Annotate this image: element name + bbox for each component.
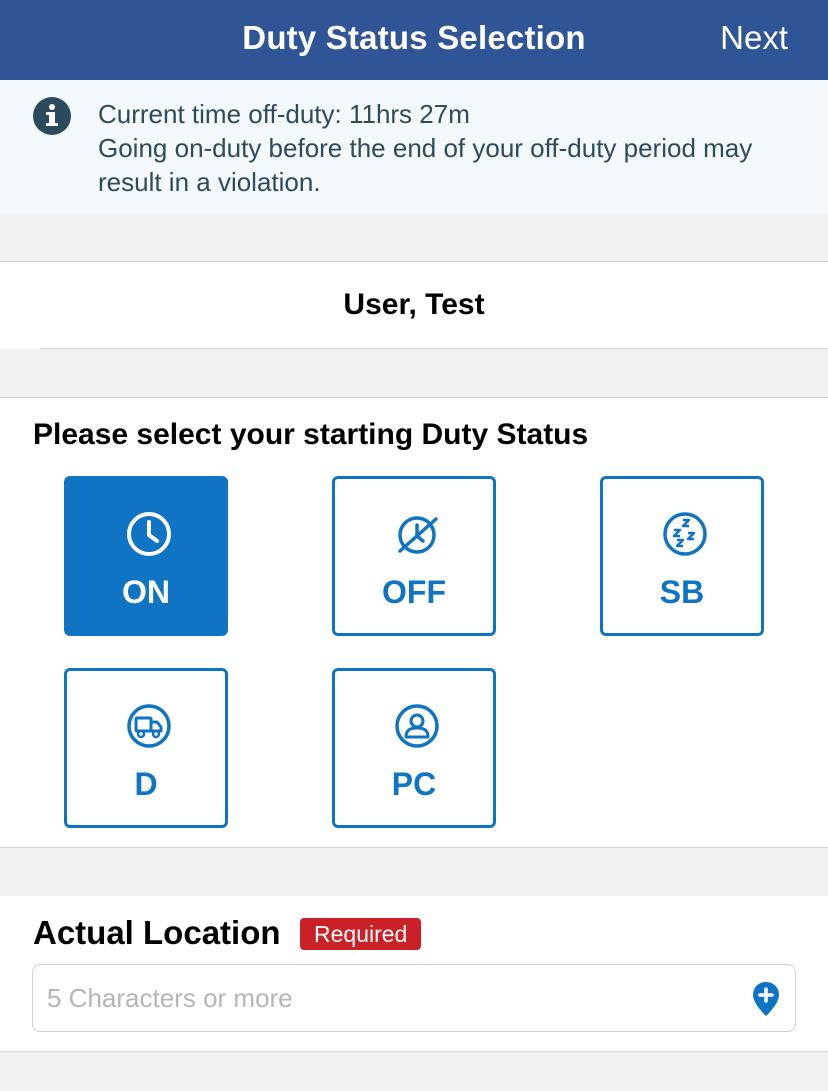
clock-off-icon	[398, 516, 438, 554]
banner-message: Current time off-duty: 11hrs 27m Going o…	[98, 97, 798, 199]
required-badge: Required	[300, 918, 422, 950]
truck-icon	[127, 704, 171, 748]
duty-status-label: SB	[659, 574, 705, 610]
person-icon	[395, 704, 439, 748]
add-location-pin-icon[interactable]	[751, 981, 781, 1017]
user-section: User, Test	[0, 261, 828, 349]
actual-location-section: Actual Location Required	[0, 896, 828, 1052]
duty-status-pc-button[interactable]: PC	[332, 668, 496, 828]
sleep-icon	[663, 512, 707, 556]
navigation-bar: Duty Status Selection Next	[0, 0, 828, 80]
banner-line-warning: Going on-duty before the end of your off…	[98, 133, 753, 197]
location-input[interactable]	[47, 965, 737, 1031]
location-field	[32, 964, 796, 1032]
duty-status-on-button[interactable]: ON	[64, 476, 228, 636]
user-name: User, Test	[343, 288, 485, 321]
clock-icon	[127, 512, 171, 556]
duty-status-off-button[interactable]: OFF	[332, 476, 496, 636]
duty-status-section: Please select your starting Duty Status …	[0, 397, 828, 848]
duty-status-label: OFF	[382, 574, 446, 610]
duty-status-label: ON	[122, 574, 170, 610]
duty-status-d-button[interactable]: D	[64, 668, 228, 828]
duty-status-label: D	[134, 766, 158, 802]
banner-line-off-duty-time: Current time off-duty: 11hrs 27m	[98, 99, 470, 129]
next-button[interactable]: Next	[720, 0, 788, 76]
actual-location-heading: Actual Location	[33, 914, 281, 951]
duty-status-label: PC	[391, 766, 437, 802]
duty-status-heading: Please select your starting Duty Status	[33, 418, 589, 451]
divider	[40, 348, 828, 349]
duty-status-sb-button[interactable]: SB	[600, 476, 764, 636]
page-title: Duty Status Selection	[242, 19, 586, 56]
info-icon	[33, 97, 71, 135]
